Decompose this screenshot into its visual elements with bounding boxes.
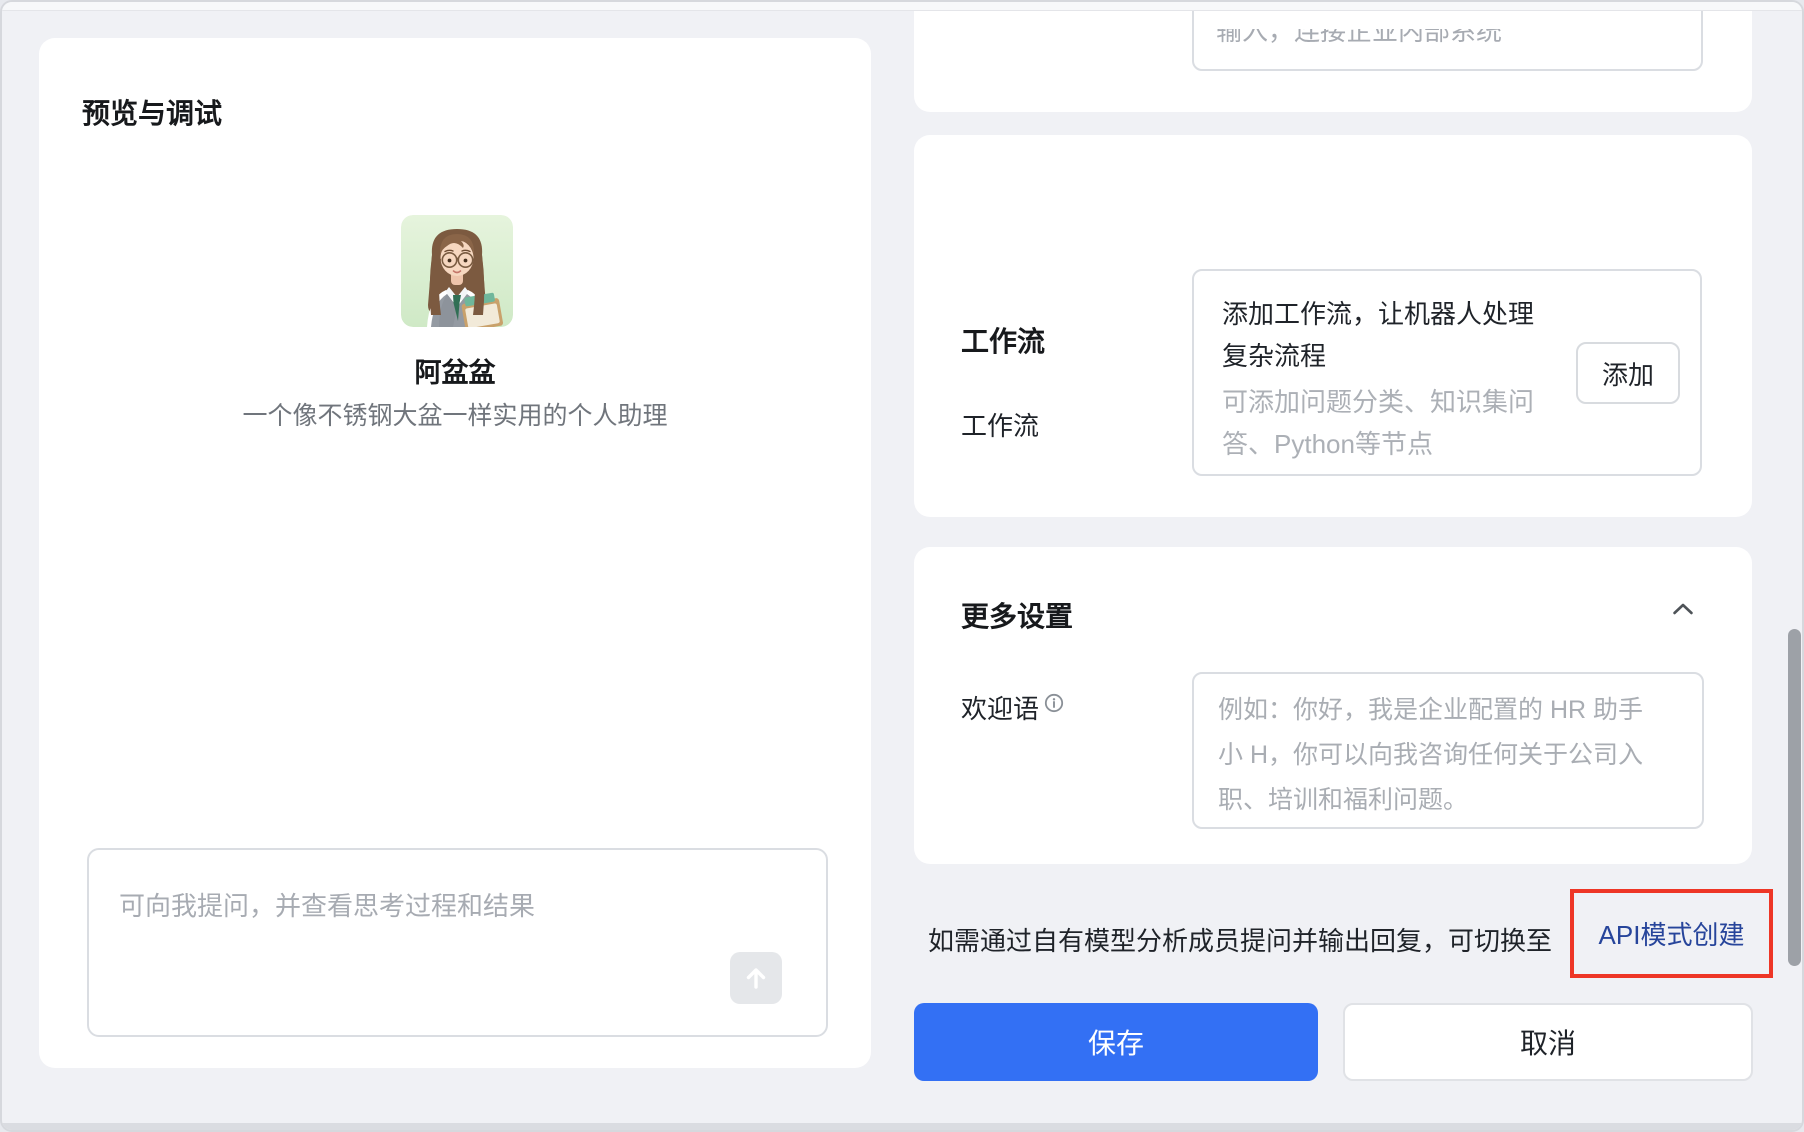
chat-input-placeholder: 可向我提问，并查看思考过程和结果 [119, 886, 535, 923]
welcome-field-label: 欢迎语 [961, 689, 1039, 726]
more-settings-title: 更多设置 [961, 595, 1073, 635]
workflow-empty-hint: 可添加问题分类、知识集问答、Python等节点 [1222, 381, 1552, 465]
more-settings-card: 更多设置 欢迎语 例如：你好，我是企业配置的 HR 助手小 H，你可以向我咨询任… [914, 547, 1752, 864]
chat-input[interactable]: 可向我提问，并查看思考过程和结果 [87, 848, 828, 1037]
workflow-section-title: 工作流 [961, 320, 1045, 360]
info-icon[interactable] [1044, 693, 1064, 713]
bot-avatar [401, 215, 513, 327]
workflow-section-card: 工作流 工作流 添加工作流，让机器人处理复杂流程 可添加问题分类、知识集问答、P… [914, 135, 1752, 517]
chevron-up-icon [1672, 602, 1694, 616]
clipped-section-card [914, 0, 1752, 112]
page: 预览与调试 [0, 0, 1804, 1132]
cancel-button[interactable]: 取消 [1343, 1003, 1753, 1081]
workflow-field-label: 工作流 [961, 406, 1039, 443]
arrow-up-icon [743, 965, 769, 991]
clipped-input-text: 输入，连接企业内部系统 [1216, 29, 1536, 44]
preview-panel-title: 预览与调试 [82, 92, 222, 132]
annotation-box: API模式创建 [1570, 889, 1773, 978]
save-button[interactable]: 保存 [914, 1003, 1318, 1081]
clipped-input-text-wrap: 输入，连接企业内部系统 [1216, 29, 1536, 46]
workflow-empty-box: 添加工作流，让机器人处理复杂流程 可添加问题分类、知识集问答、Python等节点… [1192, 269, 1702, 476]
preview-panel: 预览与调试 [39, 38, 871, 1068]
scrollbar-thumb[interactable] [1788, 629, 1801, 966]
assistant-avatar-illustration [401, 215, 513, 327]
workflow-empty-title: 添加工作流，让机器人处理复杂流程 [1222, 293, 1552, 377]
api-hint-text: 如需通过自有模型分析成员提问并输出回复，可切换至 [928, 921, 1552, 958]
welcome-input[interactable]: 例如：你好，我是企业配置的 HR 助手小 H，你可以向我咨询任何关于公司入职、培… [1192, 672, 1704, 829]
collapse-more-settings-button[interactable] [1672, 602, 1694, 616]
add-workflow-button[interactable]: 添加 [1576, 342, 1680, 404]
bot-name: 阿盆盆 [39, 351, 871, 390]
bot-description: 一个像不锈钢大盆一样实用的个人助理 [39, 396, 871, 432]
send-button[interactable] [730, 952, 782, 1004]
api-mode-link[interactable]: API模式创建 [1574, 893, 1769, 974]
welcome-input-placeholder: 例如：你好，我是企业配置的 HR 助手小 H，你可以向我咨询任何关于公司入职、培… [1218, 688, 1664, 823]
